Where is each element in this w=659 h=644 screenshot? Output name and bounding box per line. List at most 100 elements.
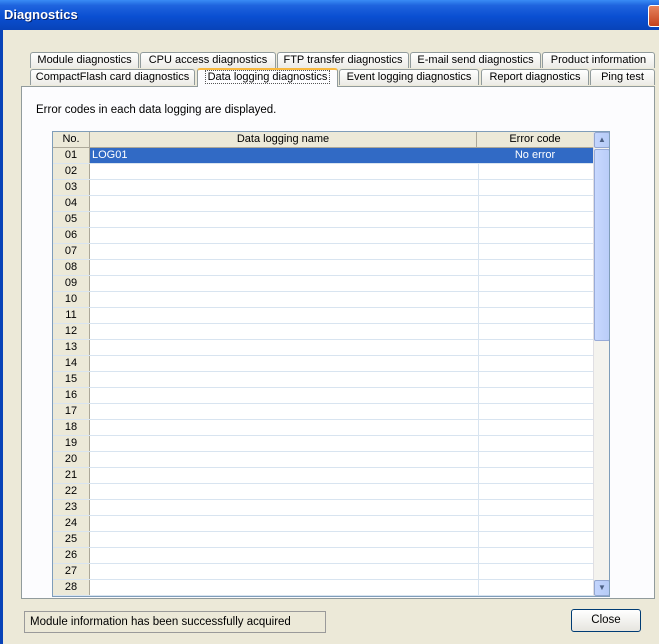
row-number: 27 (53, 564, 90, 579)
table-row[interactable]: 01 LOG01 No error (53, 148, 593, 164)
row-number: 18 (53, 420, 90, 435)
data-logging-name-cell (90, 292, 479, 307)
row-number: 10 (53, 292, 90, 307)
row-number: 02 (53, 164, 90, 179)
error-code-cell (477, 244, 593, 259)
tab-ftp-transfer-diagnostics[interactable]: FTP transfer diagnostics (277, 52, 409, 68)
error-code-cell (477, 516, 593, 531)
table-row[interactable]: 10 (53, 292, 593, 308)
error-code-cell (477, 484, 593, 499)
table-row[interactable]: 06 (53, 228, 593, 244)
table-row[interactable]: 20 (53, 452, 593, 468)
data-logging-name-cell (90, 548, 479, 563)
data-logging-name-cell (90, 468, 479, 483)
row-number: 15 (53, 372, 90, 387)
data-logging-name-cell (90, 420, 479, 435)
error-code-cell (477, 228, 593, 243)
close-button[interactable]: Close (571, 609, 641, 632)
table-row[interactable]: 26 (53, 548, 593, 564)
row-number: 09 (53, 276, 90, 291)
table-row[interactable]: 27 (53, 564, 593, 580)
error-code-cell (477, 436, 593, 451)
row-number: 14 (53, 356, 90, 371)
table-row[interactable]: 24 (53, 516, 593, 532)
table-row[interactable]: 09 (53, 276, 593, 292)
table-row[interactable]: 03 (53, 180, 593, 196)
panel-description: Error codes in each data logging are dis… (36, 104, 277, 116)
table-row[interactable]: 17 (53, 404, 593, 420)
error-code-cell: No error (477, 148, 593, 163)
error-code-cell (477, 532, 593, 547)
table-row[interactable]: 21 (53, 468, 593, 484)
tab-email-send-diagnostics[interactable]: E-mail send diagnostics (410, 52, 541, 68)
row-number: 25 (53, 532, 90, 547)
tab-compactflash-card-diagnostics[interactable]: CompactFlash card diagnostics (30, 69, 195, 85)
data-logging-name-cell (90, 228, 479, 243)
table-row[interactable]: 11 (53, 308, 593, 324)
data-logging-name-cell (90, 260, 479, 275)
table-row[interactable]: 02 (53, 164, 593, 180)
vertical-scrollbar[interactable]: ▲ ▼ (593, 132, 609, 596)
tab-cpu-access-diagnostics[interactable]: CPU access diagnostics (140, 52, 276, 68)
data-logging-name-cell (90, 484, 479, 499)
tab-module-diagnostics[interactable]: Module diagnostics (30, 52, 139, 68)
data-logging-name-cell (90, 276, 479, 291)
data-logging-name-cell (90, 516, 479, 531)
table-row[interactable]: 04 (53, 196, 593, 212)
tab-product-information[interactable]: Product information (542, 52, 655, 68)
table-row[interactable]: 08 (53, 260, 593, 276)
diagnostics-window: Diagnostics Module diagnostics CPU acces… (0, 0, 659, 644)
data-logging-name-cell (90, 436, 479, 451)
row-number: 12 (53, 324, 90, 339)
data-logging-name-cell (90, 500, 479, 515)
table-row[interactable]: 25 (53, 532, 593, 548)
error-code-cell (477, 420, 593, 435)
title-bar[interactable]: Diagnostics (0, 0, 659, 30)
row-number: 06 (53, 228, 90, 243)
table-row[interactable]: 23 (53, 500, 593, 516)
table-row[interactable]: 14 (53, 356, 593, 372)
tab-report-diagnostics[interactable]: Report diagnostics (481, 69, 589, 85)
scroll-thumb[interactable] (594, 149, 609, 341)
error-code-cell (477, 212, 593, 227)
table-row[interactable]: 18 (53, 420, 593, 436)
data-logging-table[interactable]: No. Data logging name Error code 01 LOG01… (52, 131, 610, 597)
table-row[interactable]: 05 (53, 212, 593, 228)
error-code-cell (477, 452, 593, 467)
table-row[interactable]: 22 (53, 484, 593, 500)
table-row[interactable]: 12 (53, 324, 593, 340)
data-logging-name-cell (90, 452, 479, 467)
data-logging-name-cell (90, 372, 479, 387)
data-logging-name-cell (90, 324, 479, 339)
tab-ping-test[interactable]: Ping test (590, 69, 655, 85)
row-number: 17 (53, 404, 90, 419)
table-row[interactable]: 28 (53, 580, 593, 596)
data-logging-name-cell: LOG01 (90, 148, 479, 163)
window-title: Diagnostics (4, 7, 78, 22)
data-logging-name-cell (90, 356, 479, 371)
column-header-error-code[interactable]: Error code (477, 132, 593, 147)
table-row[interactable]: 16 (53, 388, 593, 404)
column-header-no[interactable]: No. (53, 132, 90, 147)
data-logging-name-cell (90, 564, 479, 579)
column-header-data-logging-name[interactable]: Data logging name (90, 132, 477, 147)
table-row[interactable]: 15 (53, 372, 593, 388)
table-row[interactable]: 07 (53, 244, 593, 260)
close-icon[interactable] (648, 5, 659, 27)
table-row[interactable]: 13 (53, 340, 593, 356)
tab-event-logging-diagnostics[interactable]: Event logging diagnostics (339, 69, 479, 85)
scroll-down-arrow-icon[interactable]: ▼ (594, 580, 609, 596)
row-number: 16 (53, 388, 90, 403)
error-code-cell (477, 548, 593, 563)
tab-data-logging-diagnostics[interactable]: Data logging diagnostics (197, 68, 338, 87)
error-code-cell (477, 580, 593, 595)
data-logging-name-cell (90, 196, 479, 211)
data-logging-name-cell (90, 308, 479, 323)
data-logging-name-cell (90, 164, 479, 179)
row-number: 08 (53, 260, 90, 275)
table-row[interactable]: 19 (53, 436, 593, 452)
scroll-up-arrow-icon[interactable]: ▲ (594, 132, 609, 148)
data-logging-name-cell (90, 388, 479, 403)
error-code-cell (477, 404, 593, 419)
data-logging-name-cell (90, 580, 479, 595)
